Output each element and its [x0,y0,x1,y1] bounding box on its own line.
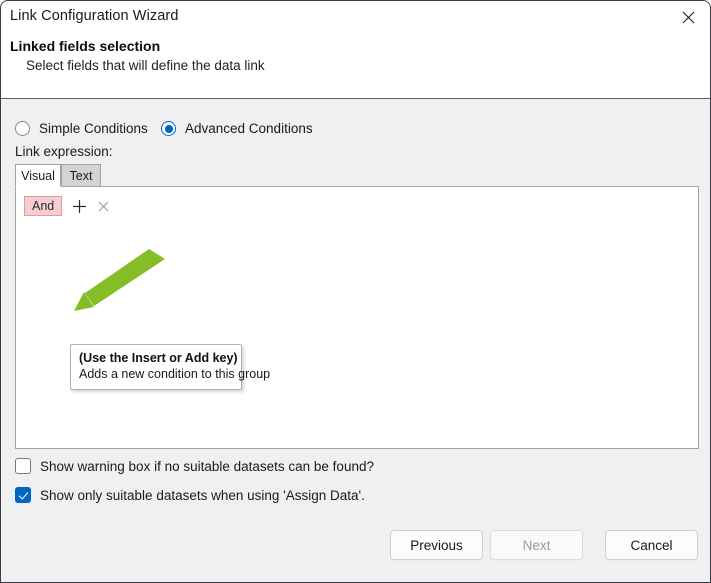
close-button[interactable] [666,1,710,33]
previous-button-label: Previous [410,537,463,553]
checkbox-checked-icon [15,487,31,503]
next-button[interactable]: Next [490,530,583,560]
condition-group-row: And [24,195,110,217]
radio-advanced-conditions-label: Advanced Conditions [185,121,313,136]
previous-button[interactable]: Previous [390,530,483,560]
title-bar: Link Configuration Wizard [1,1,710,34]
radio-advanced-conditions[interactable]: Advanced Conditions [161,121,313,136]
tab-text[interactable]: Text [61,164,101,187]
checkbox-show-warning-box[interactable]: Show warning box if no suitable datasets… [15,458,374,474]
tooltip-title: (Use the Insert or Add key) [79,351,238,365]
cancel-button[interactable]: Cancel [605,530,698,560]
close-small-icon [98,201,109,211]
add-condition-tooltip: (Use the Insert or Add key) Adds a new c… [70,344,271,390]
plus-icon [72,199,86,213]
dialog-body: Simple Conditions Advanced Conditions Li… [1,100,710,582]
page-title: Linked fields selection [10,38,161,54]
remove-condition-button[interactable] [96,199,110,213]
tab-text-label: Text [69,168,93,183]
radio-checked-icon [161,121,176,136]
checkbox-show-warning-box-label: Show warning box if no suitable datasets… [40,458,374,474]
checkbox-show-only-suitable-datasets-label: Show only suitable datasets when using '… [40,487,365,503]
page-subtitle: Select fields that will define the data … [26,58,265,73]
next-button-label: Next [522,537,551,553]
link-expression-label: Link expression: [15,144,113,159]
link-configuration-wizard-window: Link Configuration Wizard Linked fields … [0,0,711,583]
add-condition-button[interactable] [71,198,87,214]
link-expression-panel[interactable]: And (Use the Insert or Add key) Adds a n… [15,186,699,449]
close-icon [682,11,694,23]
tooltip-description: Adds a new condition to this group [79,367,271,382]
operator-and-chip[interactable]: And [24,196,63,216]
operator-and-label: And [32,199,55,213]
radio-simple-conditions[interactable]: Simple Conditions [15,121,148,136]
tab-visual-label: Visual [21,168,55,183]
radio-unchecked-icon [15,121,30,136]
window-title: Link Configuration Wizard [10,8,179,24]
link-expression-tabs: Visual Text [15,164,699,187]
conditions-mode-radio-group: Simple Conditions Advanced Conditions [15,121,615,141]
dialog-header: Link Configuration Wizard Linked fields … [1,1,710,99]
checkbox-show-only-suitable-datasets[interactable]: Show only suitable datasets when using '… [15,487,365,503]
radio-simple-conditions-label: Simple Conditions [39,121,148,136]
tab-visual[interactable]: Visual [15,164,61,187]
checkbox-unchecked-icon [15,458,31,474]
cancel-button-label: Cancel [630,537,673,553]
